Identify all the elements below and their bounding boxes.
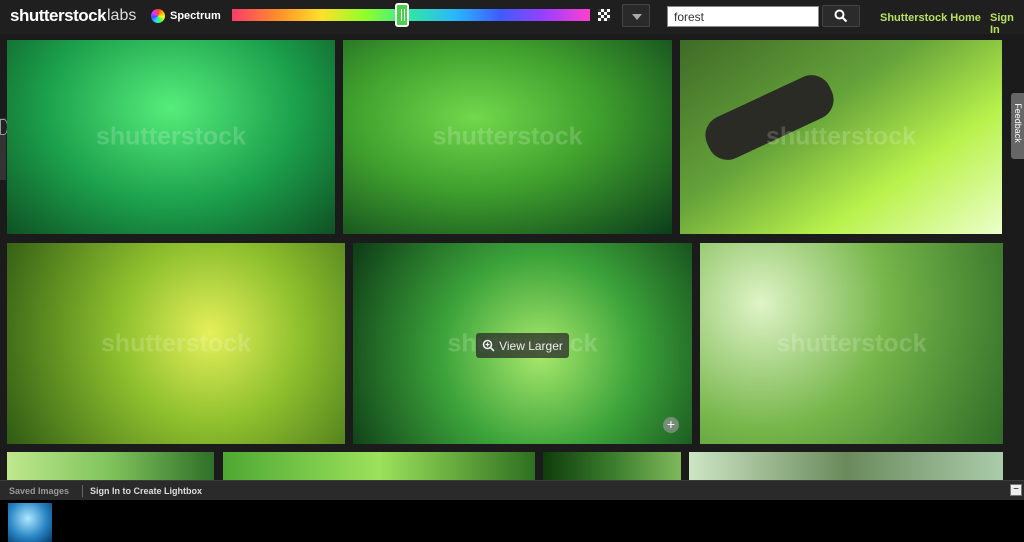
spectrum-icon (151, 9, 165, 23)
shutterstock-home-link[interactable]: Shutterstock Home (880, 12, 981, 24)
spectrum-label: Spectrum (170, 10, 221, 22)
lightbox-bar: Saved Images Sign In to Create Lightbox … (0, 480, 1024, 500)
search-button[interactable] (822, 5, 860, 27)
feedback-tab[interactable]: Feedback (1011, 93, 1024, 159)
logo[interactable]: shutterstock (10, 6, 107, 26)
add-to-lightbox-icon[interactable]: + (663, 417, 679, 433)
transparency-checker-icon[interactable] (598, 9, 610, 21)
image-row3-2[interactable] (223, 452, 535, 480)
sign-in-lightbox-link[interactable]: Sign In to Create Lightbox (90, 486, 202, 496)
watermark: shutterstock (95, 122, 247, 151)
logo-labs: labs (107, 7, 137, 24)
collapse-icon[interactable]: − (1010, 484, 1022, 496)
saved-images-label: Saved Images (9, 486, 70, 496)
sign-in-link[interactable]: Sign In (990, 12, 1024, 36)
view-larger-label: View Larger (499, 338, 563, 353)
feedback-label: Feedback (1013, 103, 1023, 143)
top-bar: shutterstock labs Spectrum Shutterstock … (0, 0, 1024, 36)
image-leaves-sky[interactable]: shutterstock (700, 243, 1003, 444)
lightbox-area (0, 500, 1024, 542)
saved-image-thumbnail[interactable] (8, 503, 52, 542)
spectrum-slider-handle[interactable] (395, 3, 409, 27)
page: shutterstock labs Spectrum Shutterstock … (0, 0, 1024, 542)
image-row3-4[interactable] (689, 452, 1003, 480)
image-foggy-forest[interactable]: shutterstock (7, 40, 335, 234)
watermark: shutterstock (432, 122, 583, 151)
search-input[interactable] (667, 6, 819, 27)
image-tree-trunk-upward[interactable]: shutterstock (680, 40, 1002, 234)
watermark: shutterstock (776, 329, 927, 357)
image-green-leaves-bokeh[interactable]: shutterstock (7, 243, 345, 444)
left-expand-tab[interactable] (0, 118, 8, 180)
spectrum-slider[interactable] (232, 9, 590, 21)
image-row3-1[interactable] (7, 452, 214, 480)
divider (82, 485, 83, 497)
image-ivy-leaves[interactable]: shutterstock (343, 40, 672, 234)
watermark: shutterstock (100, 329, 252, 357)
search-icon (834, 9, 848, 23)
view-larger-button[interactable]: View Larger (476, 333, 569, 358)
color-mode-dropdown[interactable] (622, 4, 650, 27)
zoom-icon (482, 339, 495, 352)
image-row3-3[interactable] (543, 452, 681, 480)
